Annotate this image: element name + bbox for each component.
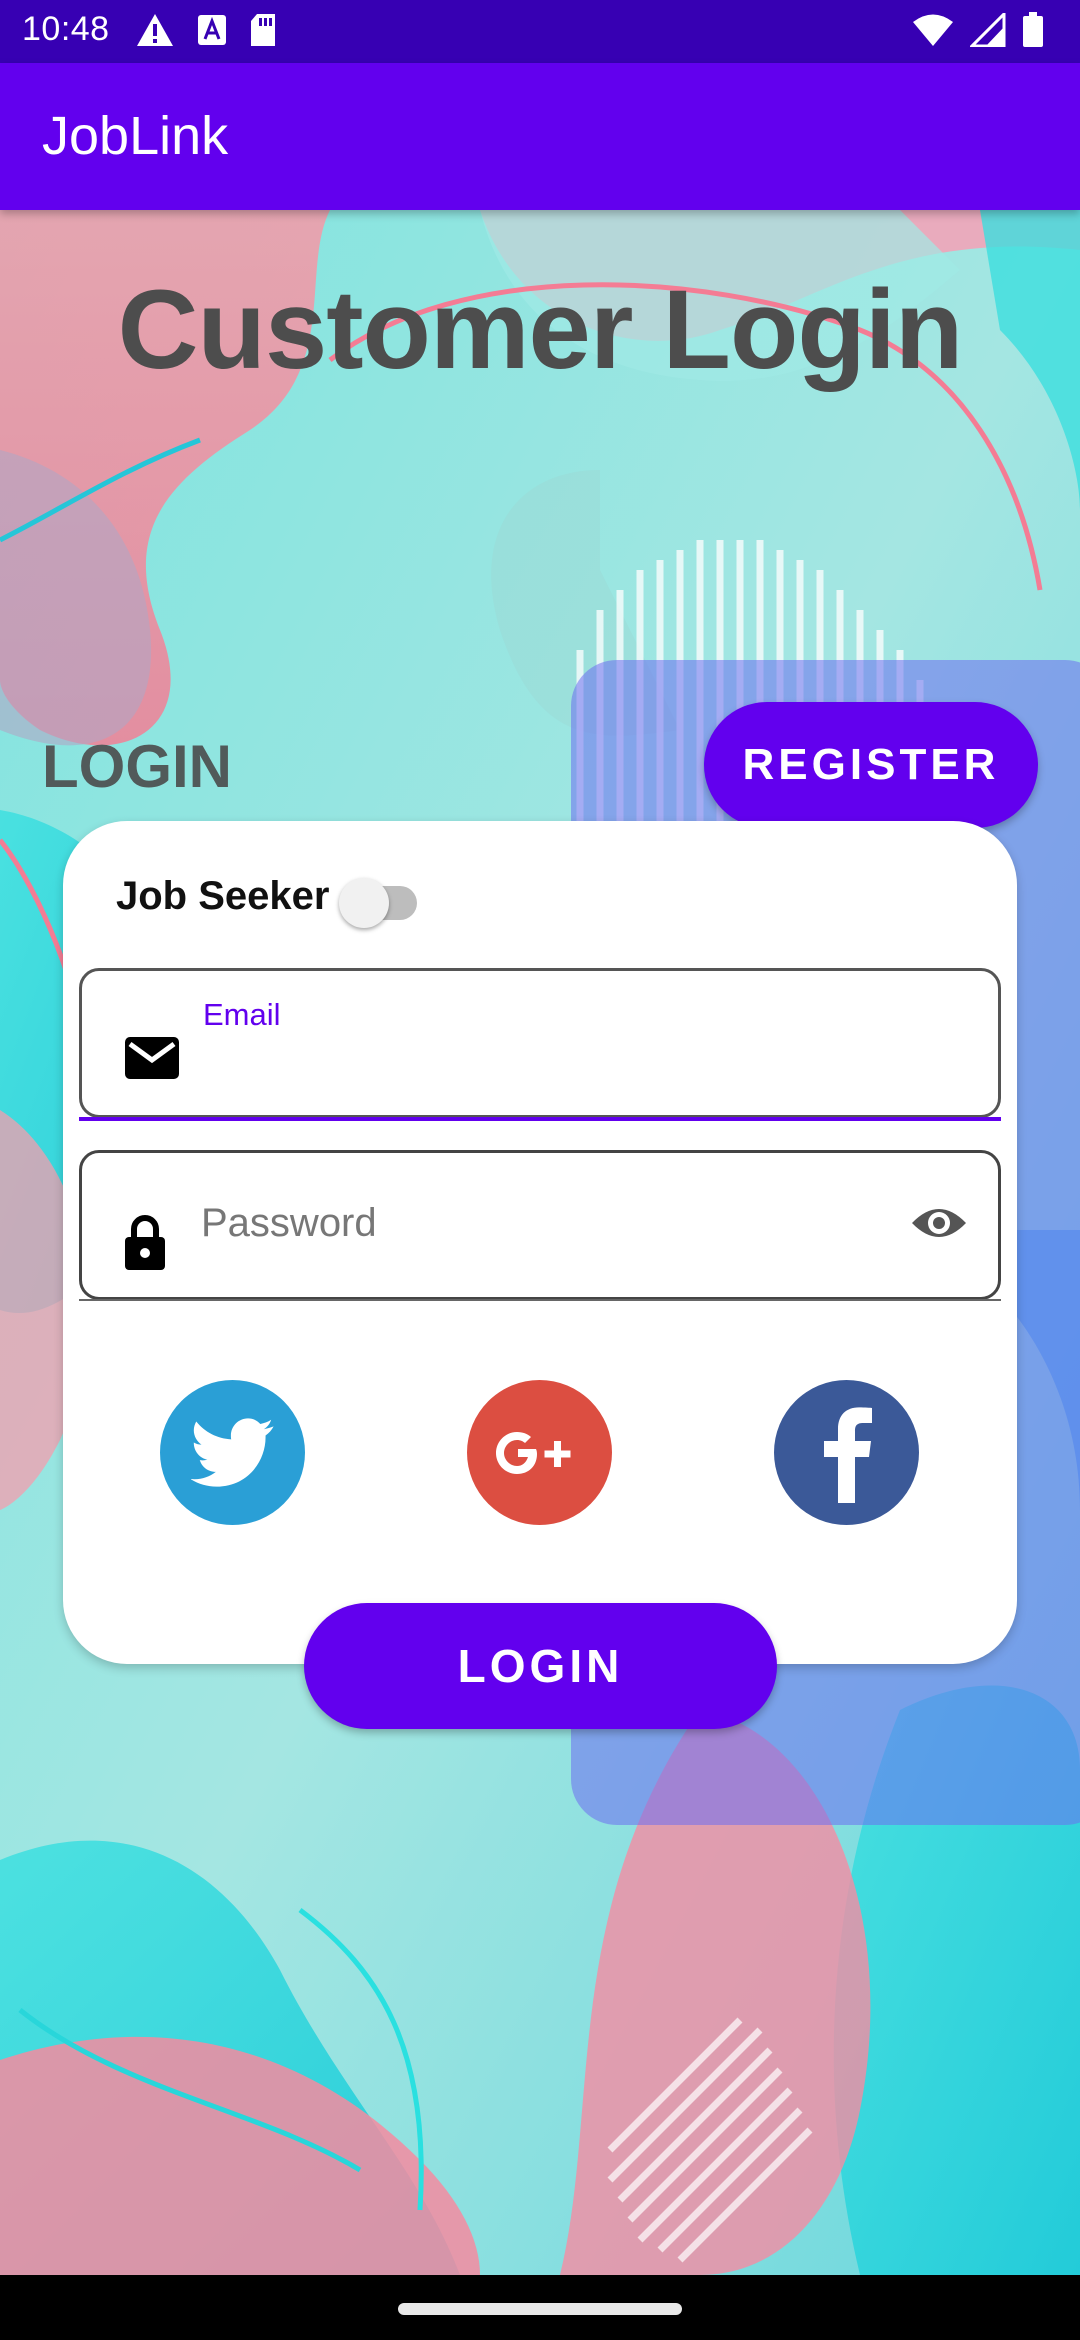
google-plus-icon (495, 1431, 570, 1474)
job-seeker-switch[interactable] (339, 868, 425, 928)
visibility-toggle-icon[interactable] (910, 1203, 968, 1243)
page-title: Customer Login (117, 267, 964, 392)
job-seeker-toggle-row: Job Seeker (116, 868, 425, 928)
twitter-login-button[interactable] (160, 1380, 305, 1525)
lock-icon (125, 1215, 165, 1270)
job-seeker-label: Job Seeker (116, 873, 330, 918)
password-underline (79, 1299, 1001, 1301)
facebook-icon (823, 1406, 872, 1503)
email-field[interactable]: Email (79, 968, 1001, 1121)
email-input[interactable] (201, 1037, 901, 1097)
battery-icon (1023, 12, 1043, 47)
status-notification-icons (135, 12, 277, 48)
register-button[interactable]: REGISTER (704, 702, 1038, 828)
email-underline (79, 1117, 1001, 1121)
mail-icon (125, 1037, 179, 1079)
twitter-icon (190, 1417, 274, 1487)
switch-thumb (339, 878, 390, 928)
status-time: 10:48 (22, 10, 110, 48)
email-label: Email (203, 997, 281, 1032)
status-bar: 10:48 (0, 0, 1080, 63)
home-gesture-handle[interactable] (398, 2303, 682, 2315)
font-a-icon (198, 15, 226, 45)
app-bar: JobLink (0, 63, 1080, 210)
facebook-login-button[interactable] (774, 1380, 919, 1525)
wifi-icon (913, 14, 953, 46)
signal-icon (970, 13, 1006, 47)
status-system-icons (912, 12, 1044, 48)
password-input[interactable] (201, 1193, 901, 1253)
tab-login[interactable]: LOGIN (42, 732, 232, 801)
sd-card-icon (251, 14, 275, 46)
alert-icon (137, 14, 173, 46)
google-plus-login-button[interactable] (467, 1380, 612, 1525)
app-title: JobLink (42, 106, 229, 166)
login-button[interactable]: LOGIN (304, 1603, 777, 1729)
password-field[interactable] (79, 1150, 1001, 1301)
